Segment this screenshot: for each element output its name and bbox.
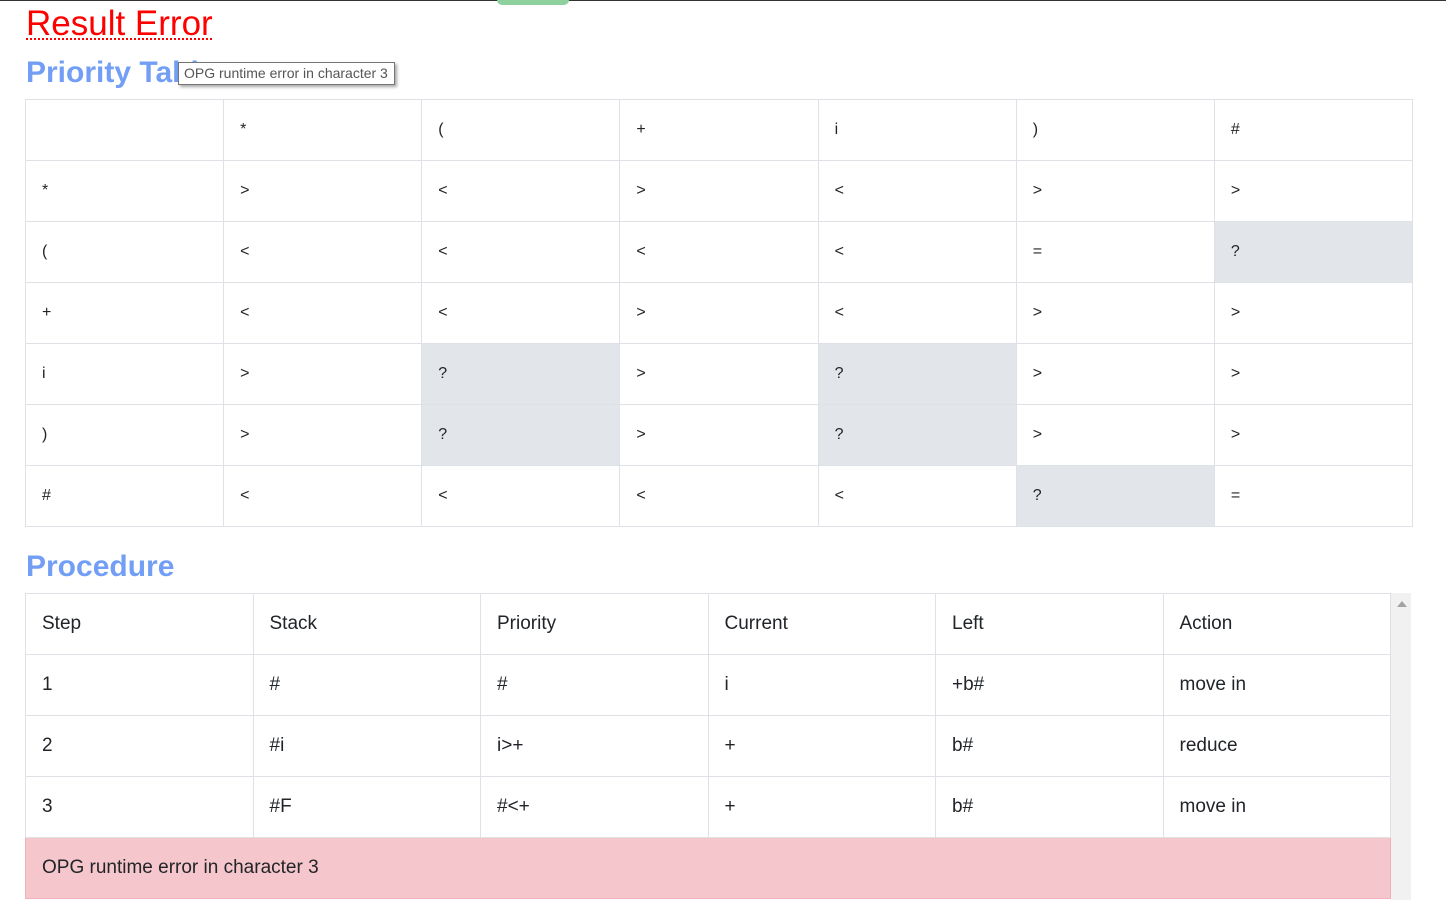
procedure-header-cell: Left bbox=[935, 593, 1164, 655]
priority-cell: ? bbox=[1213, 221, 1414, 283]
priority-header-cell: i bbox=[817, 99, 1017, 161]
priority-cell: > bbox=[1213, 160, 1414, 222]
priority-row-label: # bbox=[24, 465, 225, 527]
priority-cell: > bbox=[223, 343, 423, 405]
priority-cell: > bbox=[1213, 404, 1414, 466]
priority-header-cell: ) bbox=[1015, 99, 1215, 161]
procedure-cell: 3 bbox=[25, 776, 254, 838]
procedure-cell: move in bbox=[1162, 776, 1391, 838]
priority-row: + < < > < > > bbox=[24, 282, 1414, 344]
procedure-header-cell: Stack bbox=[252, 593, 481, 655]
priority-cell: ? bbox=[421, 343, 621, 405]
procedure-cell: 2 bbox=[25, 715, 254, 777]
priority-cell: < bbox=[817, 282, 1017, 344]
priority-header-cell: * bbox=[223, 99, 423, 161]
priority-row: # < < < <? = bbox=[24, 465, 1414, 527]
procedure-cell: # bbox=[480, 654, 709, 716]
priority-cell: < bbox=[223, 221, 423, 283]
procedure-cell: reduce bbox=[1162, 715, 1391, 777]
priority-cell: ? bbox=[817, 404, 1017, 466]
priority-cell: > bbox=[619, 160, 819, 222]
procedure-cell: 1 bbox=[25, 654, 254, 716]
top-button-edge[interactable] bbox=[497, 0, 569, 5]
priority-cell: < bbox=[223, 282, 423, 344]
procedure-cell: #F bbox=[252, 776, 481, 838]
procedure-cell: +b# bbox=[935, 654, 1164, 716]
error-row: OPG runtime error in character 3 bbox=[25, 837, 1391, 899]
priority-row-label: ) bbox=[24, 404, 225, 466]
priority-cell: < bbox=[421, 221, 621, 283]
priority-cell: > bbox=[619, 343, 819, 405]
priority-cell: < bbox=[421, 465, 621, 527]
procedure-header-cell: Current bbox=[707, 593, 936, 655]
priority-cell: > bbox=[1015, 160, 1215, 222]
priority-cell: > bbox=[619, 282, 819, 344]
priority-cell: < bbox=[817, 221, 1017, 283]
priority-cell: < bbox=[223, 465, 423, 527]
procedure-cell: #i bbox=[252, 715, 481, 777]
priority-header-cell bbox=[24, 99, 225, 161]
error-tooltip: OPG runtime error in character 3 bbox=[178, 62, 395, 85]
priority-row: (< < < < =? bbox=[24, 221, 1414, 283]
priority-row: ) >? >? > > bbox=[24, 404, 1414, 466]
priority-cell: > bbox=[1015, 404, 1215, 466]
procedure-row: 1 # # i +b# move in bbox=[25, 654, 1391, 716]
priority-row-label: i bbox=[24, 343, 225, 405]
priority-cell: > bbox=[1015, 282, 1215, 344]
procedure-cell: b# bbox=[935, 715, 1164, 777]
priority-cell: ? bbox=[421, 404, 621, 466]
priority-header-row: *(+ i) # bbox=[24, 99, 1414, 161]
priority-row: i >? >? > > bbox=[24, 343, 1414, 405]
priority-cell: < bbox=[817, 465, 1017, 527]
procedure-header-cell: Action bbox=[1162, 593, 1391, 655]
procedure-cell: i bbox=[707, 654, 936, 716]
procedure-cell: # bbox=[252, 654, 481, 716]
result-title: Result Error bbox=[26, 4, 213, 43]
top-border bbox=[0, 0, 1446, 1]
priority-header-cell: + bbox=[619, 99, 819, 161]
procedure-row: 3 #F #<+ + b# move in bbox=[25, 776, 1391, 838]
procedure-header-cell: Priority bbox=[480, 593, 709, 655]
priority-cell: > bbox=[1015, 343, 1215, 405]
procedure-cell: move in bbox=[1162, 654, 1391, 716]
procedure-header-row: Step Stack Priority Current Left Action bbox=[25, 593, 1391, 655]
scroll-up-arrow-icon[interactable] bbox=[1397, 601, 1407, 607]
priority-cell: < bbox=[421, 160, 621, 222]
priority-header-cell: ( bbox=[421, 99, 621, 161]
priority-cell: < bbox=[619, 221, 819, 283]
priority-cell: > bbox=[223, 160, 423, 222]
priority-cell: = bbox=[1213, 465, 1414, 527]
procedure-cell: b# bbox=[935, 776, 1164, 838]
priority-row: * > < > < > > bbox=[24, 160, 1414, 222]
priority-cell: < bbox=[619, 465, 819, 527]
priority-cell: > bbox=[1213, 282, 1414, 344]
procedure-title: Procedure bbox=[26, 550, 175, 583]
priority-table: *(+ i) # * > < > < > >(< < < < =? + < < > < > > i >? >? > >) >? >? >… bbox=[24, 99, 1414, 527]
procedure-row: 2 #i i>+ + b# reduce bbox=[25, 715, 1391, 777]
priority-row-label: * bbox=[24, 160, 225, 222]
priority-header-cell: # bbox=[1213, 99, 1414, 161]
procedure-cell: + bbox=[707, 715, 936, 777]
procedure-cell: #<+ bbox=[480, 776, 709, 838]
priority-cell: < bbox=[421, 282, 621, 344]
error-message: OPG runtime error in character 3 bbox=[25, 837, 1391, 899]
priority-cell: ? bbox=[817, 343, 1017, 405]
priority-cell: < bbox=[817, 160, 1017, 222]
priority-row-label: + bbox=[24, 282, 225, 344]
procedure-scrollbar[interactable] bbox=[1391, 593, 1411, 900]
procedure-cell: + bbox=[707, 776, 936, 838]
priority-cell: > bbox=[223, 404, 423, 466]
priority-cell: > bbox=[1213, 343, 1414, 405]
priority-cell: ? bbox=[1015, 465, 1215, 527]
procedure-header-cell: Step bbox=[25, 593, 254, 655]
procedure-table: Step Stack Priority Current Left Action 1 # # i +b… bbox=[25, 593, 1391, 899]
priority-cell: = bbox=[1015, 221, 1215, 283]
priority-cell: > bbox=[619, 404, 819, 466]
procedure-cell: i>+ bbox=[480, 715, 709, 777]
priority-row-label: ( bbox=[24, 221, 225, 283]
